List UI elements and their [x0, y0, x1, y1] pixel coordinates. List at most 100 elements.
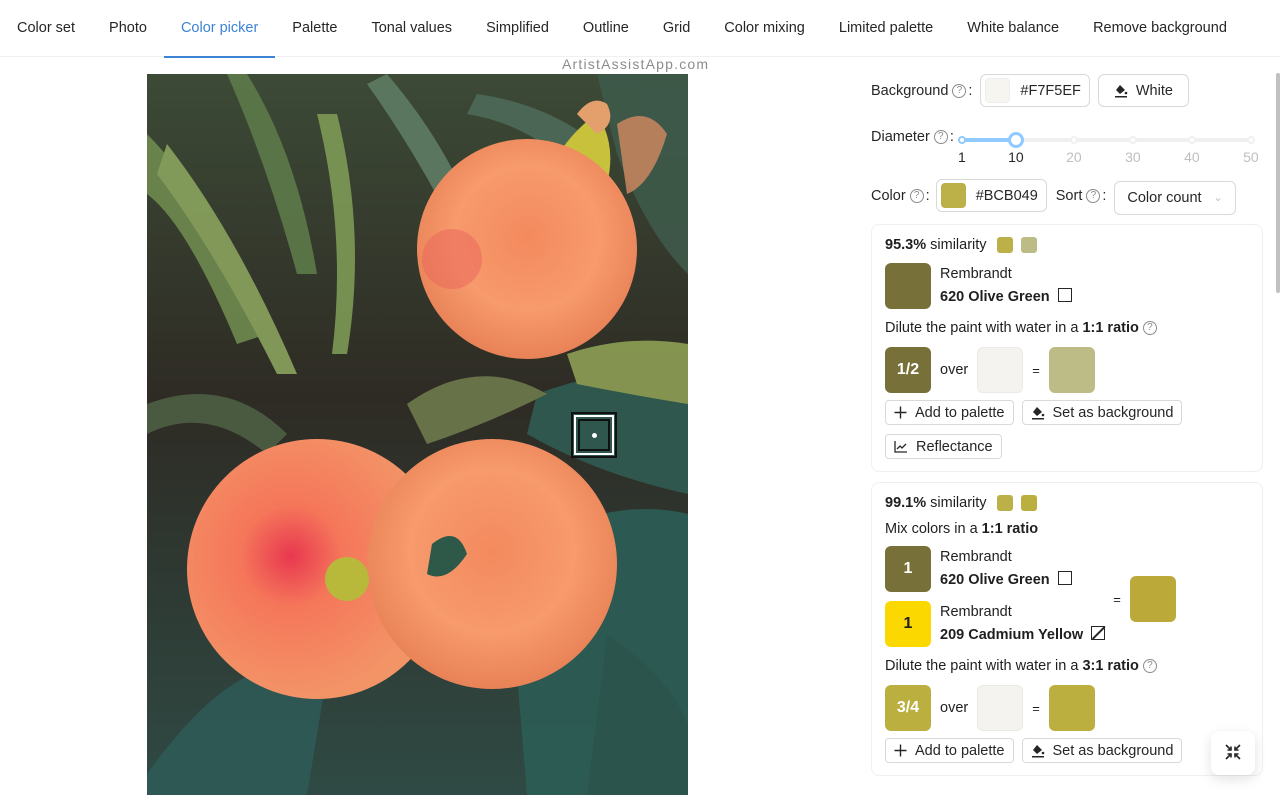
line-chart-icon — [894, 440, 908, 453]
white-background-button[interactable]: White — [1097, 74, 1189, 107]
photo-canvas[interactable] — [147, 74, 688, 795]
tab-outline[interactable]: Outline — [583, 0, 629, 57]
equals-sign: = — [1032, 700, 1040, 716]
dilute-note: Dilute the paint with water in a 3:1 rati… — [885, 658, 1249, 674]
slider-dot — [1128, 136, 1137, 144]
chevron-down-icon: ⌄ — [1213, 192, 1223, 204]
reflectance-button[interactable]: Reflectance — [885, 434, 1002, 459]
background-label: Background?: — [871, 82, 973, 99]
similarity-row: 99.1% similarity — [885, 495, 1249, 511]
paint-item: 1 Rembrandt 209 Cadmium Yellow — [885, 601, 1106, 647]
result-card: 99.1% similarity Mix colors in a 1:1 rati… — [871, 482, 1263, 776]
set-as-background-label: Set as background — [1052, 742, 1174, 759]
tab-color-mixing[interactable]: Color mixing — [724, 0, 805, 57]
slider-track — [961, 138, 1016, 142]
help-icon[interactable]: ? — [1142, 659, 1157, 673]
tab-grid[interactable]: Grid — [663, 0, 690, 57]
over-label: over — [940, 362, 969, 378]
diluted-result-swatch — [1048, 347, 1095, 393]
plus-icon — [894, 406, 907, 419]
tab-simplified[interactable]: Simplified — [486, 0, 549, 57]
tab-photo[interactable]: Photo — [109, 0, 147, 57]
add-to-palette-label: Add to palette — [915, 404, 1005, 421]
paint-name: 620 Olive Green — [940, 289, 1050, 305]
collapse-button[interactable] — [1211, 731, 1255, 775]
equals-sign: = — [1032, 362, 1040, 378]
result-color-swatch — [1020, 237, 1037, 253]
dilute-text: Dilute the paint with water in a — [885, 320, 1079, 336]
add-to-palette-label: Add to palette — [915, 742, 1005, 759]
set-as-background-button[interactable]: Set as background — [1021, 738, 1183, 763]
similarity-value: 95.3% — [885, 237, 927, 253]
mix-result-swatch — [1129, 576, 1176, 622]
dilute-note: Dilute the paint with water in a 1:1 rati… — [885, 320, 1249, 336]
paint-bucket-icon — [1114, 84, 1128, 98]
slider-mark: 30 — [1125, 149, 1141, 165]
slider-mark: 20 — [1066, 149, 1082, 165]
color-input[interactable]: #BCB049 — [935, 179, 1047, 212]
semi-opaque-square-icon — [1091, 626, 1106, 640]
dilution-row: 3/4 over = — [885, 685, 1249, 731]
slider-handle[interactable] — [1008, 133, 1023, 147]
help-icon[interactable]: ? — [933, 130, 948, 144]
background-paper-swatch — [977, 685, 1024, 731]
background-swatch — [985, 78, 1011, 103]
mix-ratio: 1:1 ratio — [981, 521, 1039, 537]
help-icon[interactable]: ? — [1086, 188, 1101, 203]
slider-mark: 1 — [957, 149, 966, 165]
tab-remove-background[interactable]: Remove background — [1093, 0, 1227, 57]
picked-color-hex: #BCB049 — [975, 187, 1038, 204]
collapse-icon — [1224, 743, 1242, 764]
results-list: 95.3% similarity Rembrandt 620 Olive Gre… — [871, 224, 1266, 776]
paint-bucket-icon — [1031, 744, 1045, 758]
background-paper-swatch — [977, 347, 1024, 393]
add-to-palette-button[interactable]: Add to palette — [885, 400, 1014, 425]
equals-sign: = — [1113, 591, 1121, 607]
target-color-swatch — [996, 237, 1013, 253]
sort-select[interactable]: Color count ⌄ — [1114, 180, 1236, 215]
opaque-square-icon — [1057, 288, 1072, 302]
tab-tonal-values[interactable]: Tonal values — [371, 0, 452, 57]
watermark: ArtistAssistApp.com — [562, 56, 710, 72]
tab-color-set[interactable]: Color set — [17, 0, 75, 57]
sort-selected: Color count — [1127, 189, 1202, 206]
white-button-label: White — [1135, 82, 1173, 99]
tab-white-balance[interactable]: White balance — [967, 0, 1059, 57]
picked-color-swatch — [940, 183, 966, 208]
paint-brand: Rembrandt — [940, 549, 1012, 565]
slider-dot — [1187, 136, 1196, 144]
dilute-text: Dilute the paint with water in a — [885, 658, 1079, 674]
color-label: Color?: — [871, 187, 930, 204]
help-icon[interactable]: ? — [952, 83, 967, 98]
tab-limited-palette[interactable]: Limited palette — [839, 0, 933, 57]
similarity-row: 95.3% similarity — [885, 237, 1249, 253]
background-color-input[interactable]: #F7F5EF — [980, 74, 1090, 107]
tab-palette[interactable]: Palette — [292, 0, 337, 57]
add-to-palette-button[interactable]: Add to palette — [885, 738, 1014, 763]
mix-text: Mix colors in a — [885, 521, 978, 537]
paint-swatch — [885, 263, 931, 309]
target-color-swatch — [996, 495, 1013, 511]
background-hex: #F7F5EF — [1020, 82, 1081, 99]
slider-dot — [1069, 136, 1078, 144]
fraction-swatch: 3/4 — [885, 685, 931, 731]
scrollbar[interactable] — [1276, 73, 1280, 293]
help-icon[interactable]: ? — [1142, 321, 1157, 335]
tab-color-picker[interactable]: Color picker — [163, 0, 276, 58]
help-icon[interactable]: ? — [909, 188, 924, 203]
paint-name: 209 Cadmium Yellow — [940, 627, 1084, 643]
picker-square-icon[interactable] — [571, 412, 617, 458]
set-as-background-button[interactable]: Set as background — [1021, 400, 1183, 425]
picker-center-dot — [592, 433, 597, 438]
diameter-slider[interactable]: 1 10 20 30 40 50 — [957, 127, 1259, 167]
slider-mark: 50 — [1243, 149, 1259, 165]
paint-item: 1 Rembrandt 620 Olive Green — [885, 546, 1105, 592]
slider-mark: 10 — [1008, 149, 1024, 165]
sort-label: Sort?: — [1055, 187, 1107, 204]
dilute-ratio: 1:1 ratio — [1082, 320, 1139, 336]
slider-dot — [957, 136, 966, 144]
paint-brand: Rembrandt — [940, 604, 1012, 620]
slider-dot — [1246, 136, 1255, 144]
diluted-result-swatch — [1048, 685, 1095, 731]
plus-icon — [894, 744, 907, 757]
